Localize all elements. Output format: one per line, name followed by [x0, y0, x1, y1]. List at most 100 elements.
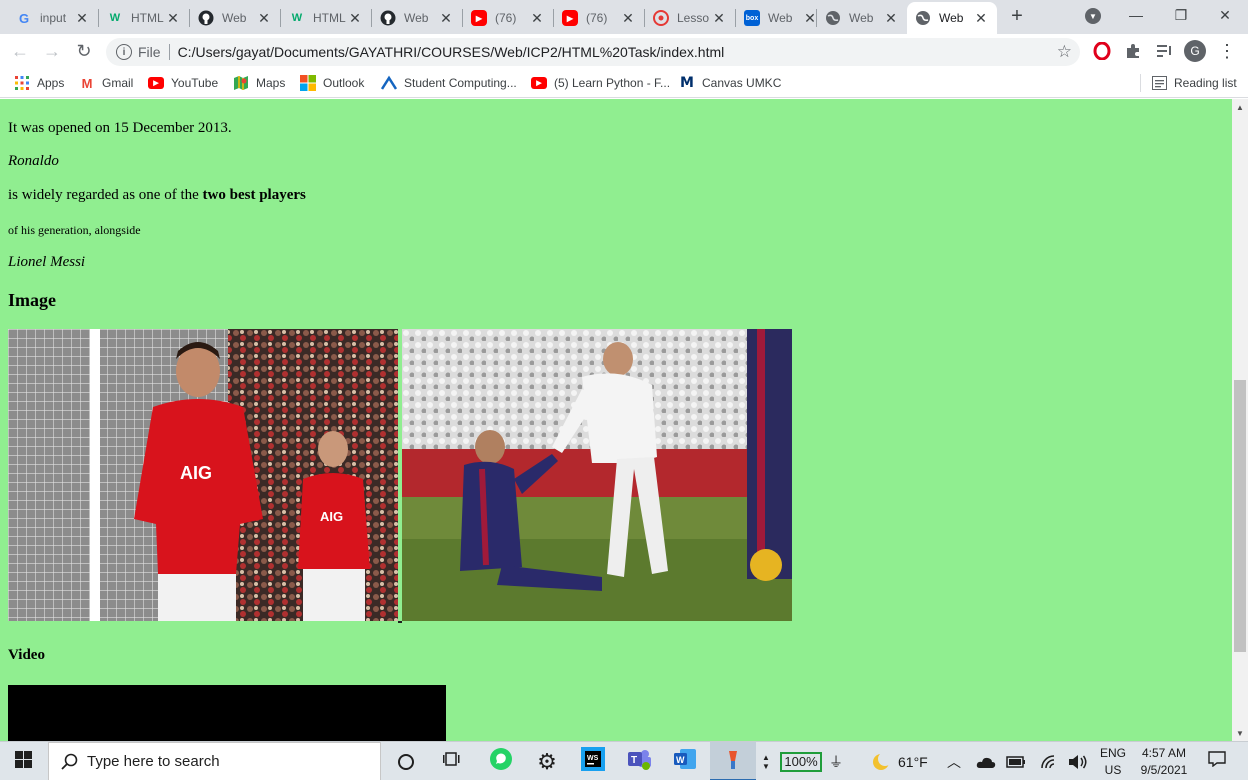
task-view-button[interactable]: [432, 742, 472, 780]
forward-arrow-icon: →: [43, 40, 61, 61]
forward-button[interactable]: →: [38, 37, 66, 65]
tab-html-2[interactable]: W HTML ✕: [281, 2, 371, 34]
bookmark-label: Maps: [256, 76, 286, 90]
tab-title: Web: [222, 11, 247, 25]
scroll-down-icon[interactable]: ▼: [1232, 725, 1248, 741]
profile-avatar[interactable]: G: [1184, 40, 1206, 62]
bookmark-canvas-umkc[interactable]: M Canvas UMKC: [679, 74, 781, 92]
onedrive-icon[interactable]: [974, 742, 998, 780]
address-divider: [168, 44, 170, 60]
scrollbar-thumb[interactable]: [1234, 380, 1246, 652]
chrome-menu-icon[interactable]: ⋮: [1216, 40, 1238, 62]
bookmark-apps[interactable]: Apps: [14, 74, 64, 92]
close-window-button[interactable]: ✕: [1202, 0, 1248, 30]
close-tab-icon[interactable]: ✕: [165, 10, 181, 26]
tab-web-box[interactable]: box Web ✕: [736, 2, 826, 34]
back-button[interactable]: ←: [6, 37, 34, 65]
tab-youtube[interactable]: ▶ (76) ✕: [463, 2, 553, 34]
scroll-up-icon[interactable]: ▲: [1232, 99, 1248, 115]
tab-web-github[interactable]: Web ✕: [190, 2, 280, 34]
address-url[interactable]: C:/Users/gayat/Documents/GAYATHRI/COURSE…: [178, 44, 725, 60]
close-tab-icon[interactable]: ✕: [438, 10, 454, 26]
bookmarks-bar: Apps M Gmail ▶ YouTube Maps Outlook Stud…: [0, 68, 1248, 98]
reading-list-button[interactable]: Reading list: [1151, 74, 1237, 92]
weather-moon-icon[interactable]: [868, 742, 894, 780]
new-tab-button[interactable]: +: [1004, 0, 1030, 32]
bookmark-star-icon[interactable]: ☆: [1057, 42, 1072, 62]
tab-lesson[interactable]: Lesso ✕: [645, 2, 735, 34]
battery-icon[interactable]: [1004, 742, 1028, 780]
ronaldo-text: Ronaldo: [8, 153, 59, 169]
tab-title: (76): [495, 11, 517, 25]
opera-extension-icon[interactable]: [1091, 40, 1113, 62]
reading-list-label: Reading list: [1174, 76, 1237, 90]
teams-app[interactable]: T: [618, 742, 660, 780]
close-tab-icon[interactable]: ✕: [256, 10, 272, 26]
wifi-icon[interactable]: [1038, 742, 1062, 780]
extensions-puzzle-icon[interactable]: [1122, 40, 1144, 62]
bookmark-maps[interactable]: Maps: [233, 74, 285, 92]
taskbar-search[interactable]: Type here to search: [48, 742, 381, 780]
tab-youtube-2[interactable]: ▶ (76) ✕: [554, 2, 644, 34]
tab-search-button[interactable]: ▼: [1082, 4, 1104, 28]
close-tab-icon[interactable]: ✕: [883, 10, 899, 26]
restore-button[interactable]: ❐: [1158, 0, 1204, 30]
youtube-icon: ▶: [471, 10, 487, 26]
bookmark-outlook[interactable]: Outlook: [300, 74, 364, 92]
show-hidden-icons[interactable]: ︿: [944, 742, 964, 780]
tab-web-globe[interactable]: Web ✕: [817, 2, 907, 34]
svg-text:AIG: AIG: [320, 509, 343, 524]
tab-web-github-2[interactable]: Web ✕: [372, 2, 462, 34]
notifications-button[interactable]: [1202, 742, 1232, 780]
cortana-button[interactable]: [386, 742, 426, 780]
student-computing-icon: [381, 75, 397, 91]
webstorm-app[interactable]: WS: [572, 742, 614, 780]
volume-icon[interactable]: [1066, 742, 1090, 780]
address-scheme: File: [138, 44, 161, 60]
input-language[interactable]: ENG: [1096, 746, 1130, 760]
bookmark-learn-python[interactable]: ▶ (5) Learn Python - F...: [531, 74, 670, 92]
start-button[interactable]: [0, 742, 46, 780]
restore-icon: ❐: [1174, 6, 1188, 23]
app-torch-icon: [723, 747, 743, 776]
scroll-taskbar-buttons[interactable]: ▲ ▼: [760, 742, 772, 780]
video-player[interactable]: [8, 685, 446, 741]
reload-button[interactable]: ↻: [70, 37, 98, 65]
close-tab-icon[interactable]: ✕: [529, 10, 545, 26]
media-controls-icon[interactable]: [1154, 40, 1176, 62]
close-tab-icon[interactable]: ✕: [347, 10, 363, 26]
word-app[interactable]: W: [664, 742, 706, 780]
minimize-icon: —: [1129, 7, 1143, 23]
browser-toolbar: ← → ↻ i File C:/Users/gayat/Documents/GA…: [0, 34, 1248, 68]
whatsapp-app[interactable]: [480, 742, 522, 780]
tab-title: Web: [939, 11, 964, 25]
tab-input[interactable]: G input ✕: [8, 2, 98, 34]
input-region[interactable]: US: [1096, 763, 1130, 777]
address-bar[interactable]: i File C:/Users/gayat/Documents/GAYATHRI…: [106, 38, 1080, 66]
close-tab-icon[interactable]: ✕: [973, 10, 989, 26]
weather-temp[interactable]: 61°F: [898, 754, 928, 770]
tab-web-active[interactable]: Web ✕: [907, 2, 997, 34]
svg-text:W: W: [676, 755, 685, 765]
globe-icon: [825, 10, 841, 26]
ronaldo-messi-photo: [402, 329, 792, 621]
page-scrollbar[interactable]: ▲ ▼: [1232, 99, 1248, 741]
gear-icon: ⚙: [537, 748, 557, 774]
close-tab-icon[interactable]: ✕: [711, 10, 727, 26]
bookmark-student-computing[interactable]: Student Computing...: [381, 74, 517, 92]
settings-app[interactable]: ⚙: [526, 742, 568, 780]
apps-grid-icon: [14, 75, 30, 91]
ronaldo-photo: AIG AIG: [8, 329, 398, 621]
bookmark-gmail[interactable]: M Gmail: [79, 74, 134, 92]
close-tab-icon[interactable]: ✕: [74, 10, 90, 26]
active-app-button[interactable]: [710, 742, 756, 780]
battery-indicator[interactable]: 100%: [776, 742, 826, 780]
whatsapp-icon: [489, 747, 513, 776]
clock-time[interactable]: 4:57 AM: [1134, 746, 1194, 760]
close-tab-icon[interactable]: ✕: [620, 10, 636, 26]
minimize-button[interactable]: —: [1113, 0, 1159, 30]
info-icon[interactable]: i: [116, 44, 132, 60]
tab-html[interactable]: W HTML ✕: [99, 2, 189, 34]
clock-date[interactable]: 9/5/2021: [1134, 763, 1194, 777]
bookmark-youtube[interactable]: ▶ YouTube: [148, 74, 218, 92]
